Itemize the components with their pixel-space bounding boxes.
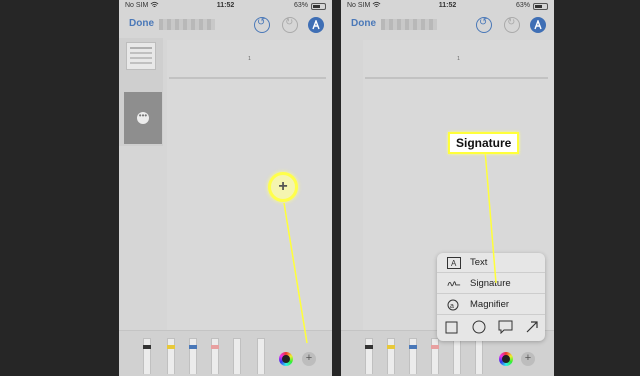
left-phone-screen: No SIM 11:52 63% Done ••• 1 + + <box>119 0 332 376</box>
markup-pen-icon <box>312 20 320 30</box>
battery-icon <box>533 3 548 10</box>
arrow-icon[interactable] <box>525 320 541 336</box>
page-divider <box>365 77 548 79</box>
signature-icon <box>447 281 461 287</box>
done-button[interactable]: Done <box>129 18 154 29</box>
speech-bubble-icon[interactable] <box>498 320 514 336</box>
page-divider <box>169 77 326 79</box>
add-button[interactable]: + <box>521 352 535 366</box>
pencil-tool[interactable] <box>189 338 197 374</box>
menu-item-label: Signature <box>470 278 511 289</box>
right-phone-screen: No SIM 11:52 63% Done 1 + A Text S <box>341 0 554 376</box>
pen-tool[interactable] <box>365 338 373 374</box>
battery-percent: 63% <box>293 2 308 9</box>
battery-icon <box>311 3 326 10</box>
status-bar: No SIM 11:52 63% <box>119 0 332 14</box>
ruler-tool[interactable] <box>475 338 483 374</box>
signature-callout-label: Signature <box>448 132 520 154</box>
markup-pen-icon <box>534 20 542 30</box>
highlighter-tool[interactable] <box>167 338 175 374</box>
markup-button[interactable] <box>308 17 324 33</box>
page-number: 1 <box>457 56 460 62</box>
color-picker-icon[interactable] <box>279 352 293 366</box>
svg-text:a: a <box>450 303 454 310</box>
eraser-tool[interactable] <box>211 338 219 374</box>
pencil-tool[interactable] <box>409 338 417 374</box>
undo-button[interactable] <box>476 17 492 33</box>
pen-tool[interactable] <box>143 338 151 374</box>
square-icon[interactable] <box>445 320 461 336</box>
circle-icon[interactable] <box>472 320 488 336</box>
page-thumbnail-selected[interactable]: ••• <box>124 92 162 144</box>
document-title-blurred <box>381 19 437 30</box>
document-title-blurred <box>159 19 215 30</box>
redo-button[interactable] <box>504 17 520 33</box>
eraser-tool[interactable] <box>431 338 439 374</box>
highlighter-tool[interactable] <box>387 338 395 374</box>
lasso-tool[interactable] <box>233 338 241 374</box>
menu-item-magnifier[interactable]: a Magnifier <box>437 295 545 315</box>
markup-button[interactable] <box>530 17 546 33</box>
menu-item-label: Text <box>470 257 488 268</box>
color-picker-icon[interactable] <box>499 352 513 366</box>
svg-text:A: A <box>451 259 457 268</box>
menu-item-text[interactable]: A Text <box>437 253 545 273</box>
add-menu-popover: A Text Signature a Magnifier <box>437 253 545 341</box>
markup-toolbar: + <box>119 330 332 376</box>
undo-button[interactable] <box>254 17 270 33</box>
page-thumbnails-sidebar: ••• <box>119 38 163 146</box>
nav-bar: Done <box>119 14 332 36</box>
add-button-highlight[interactable]: + <box>268 172 298 202</box>
magnifier-icon: a <box>447 299 459 311</box>
menu-item-label: Magnifier <box>470 299 510 310</box>
battery-percent: 63% <box>515 2 530 9</box>
menu-item-signature[interactable]: Signature <box>437 274 545 294</box>
text-box-icon: A <box>447 257 461 269</box>
shape-options-row <box>437 316 545 340</box>
page-number: 1 <box>248 56 251 62</box>
more-options-icon[interactable]: ••• <box>137 112 149 124</box>
ruler-tool[interactable] <box>257 338 265 374</box>
lasso-tool[interactable] <box>453 338 461 374</box>
done-button[interactable]: Done <box>351 18 376 29</box>
nav-bar: Done <box>341 14 554 36</box>
redo-button[interactable] <box>282 17 298 33</box>
add-button[interactable]: + <box>302 352 316 366</box>
page-thumbnail[interactable] <box>126 42 156 70</box>
document-page[interactable]: 1 <box>167 40 332 335</box>
plus-icon: + <box>278 178 288 195</box>
status-bar: No SIM 11:52 63% <box>341 0 554 14</box>
